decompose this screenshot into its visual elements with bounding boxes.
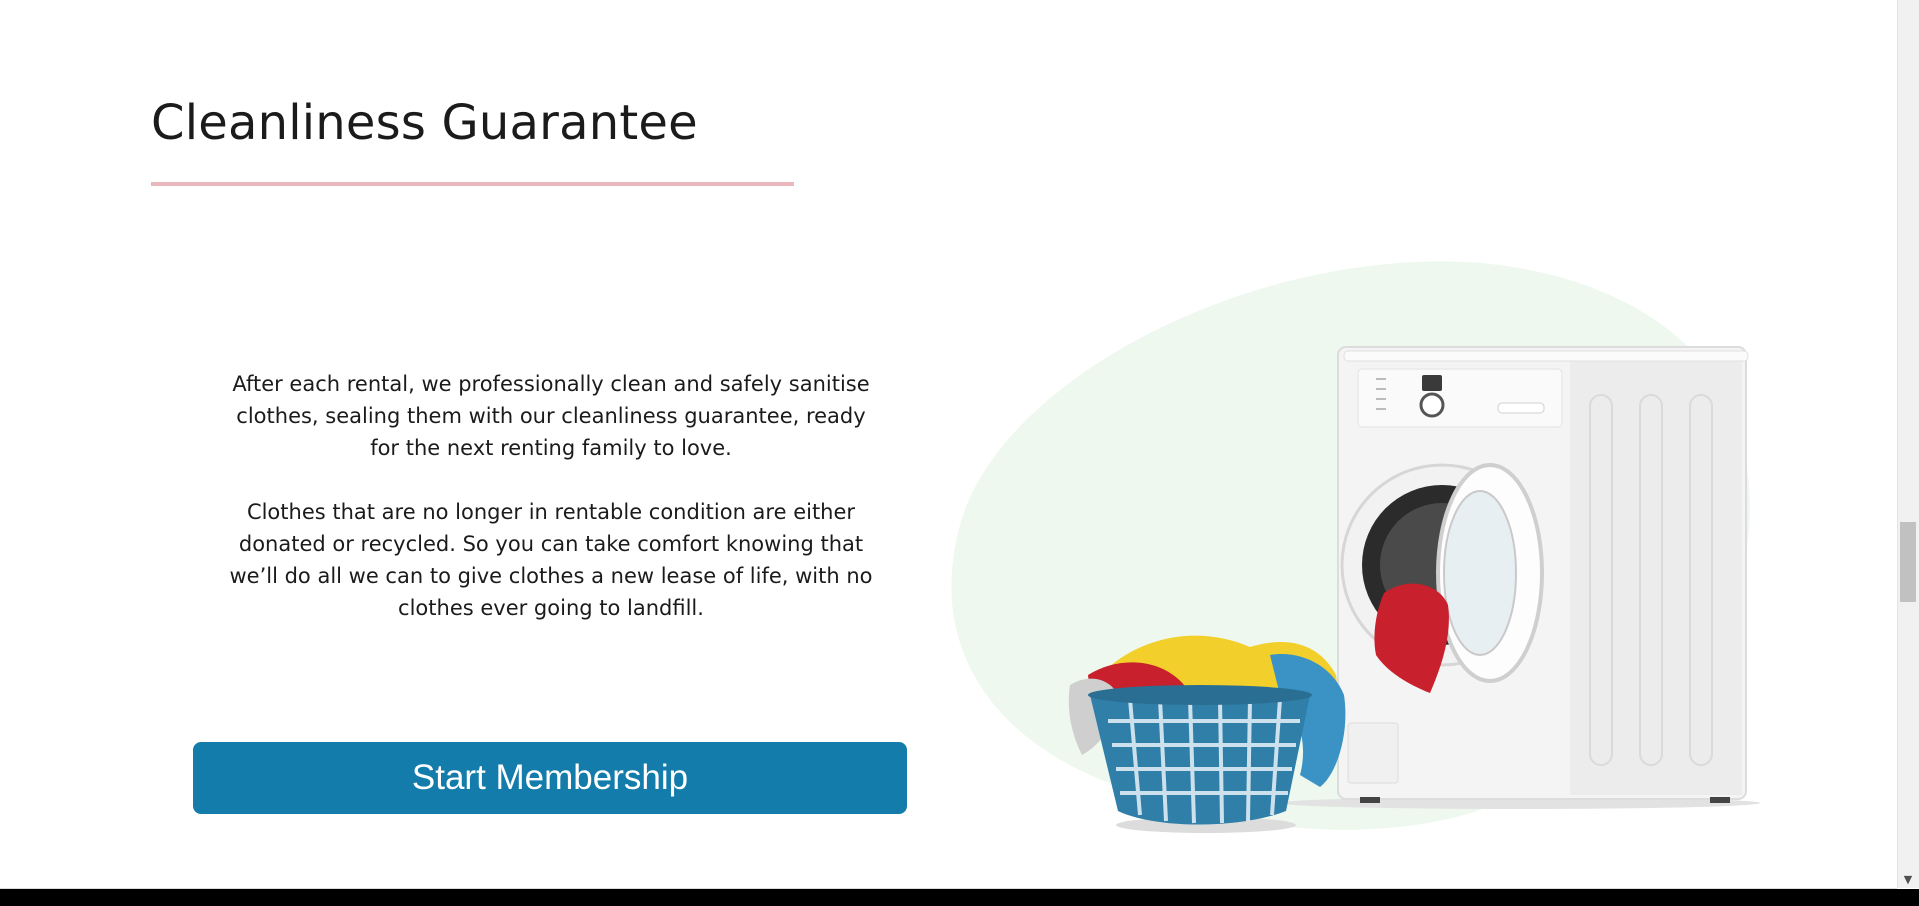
scrollbar-thumb[interactable] — [1900, 522, 1916, 602]
paragraph-recycling: Clothes that are no longer in rentable c… — [229, 500, 873, 620]
section-copy: After each rental, we professionally cle… — [226, 368, 876, 656]
scroll-down-arrow-icon[interactable]: ▼ — [1900, 872, 1916, 888]
title-underline — [151, 182, 794, 186]
vertical-scrollbar[interactable] — [1897, 0, 1919, 888]
page: Cleanliness Guarantee After each rental,… — [0, 0, 1919, 906]
washing-machine-icon — [1280, 346, 1760, 809]
paragraph-cleaning: After each rental, we professionally cle… — [232, 372, 870, 460]
bottom-bar — [0, 889, 1919, 906]
section-title: Cleanliness Guarantee — [151, 95, 698, 151]
washing-machine-illustration — [951, 261, 1760, 833]
start-membership-button[interactable]: Start Membership — [193, 742, 907, 814]
content-area: Cleanliness Guarantee After each rental,… — [0, 0, 1897, 888]
